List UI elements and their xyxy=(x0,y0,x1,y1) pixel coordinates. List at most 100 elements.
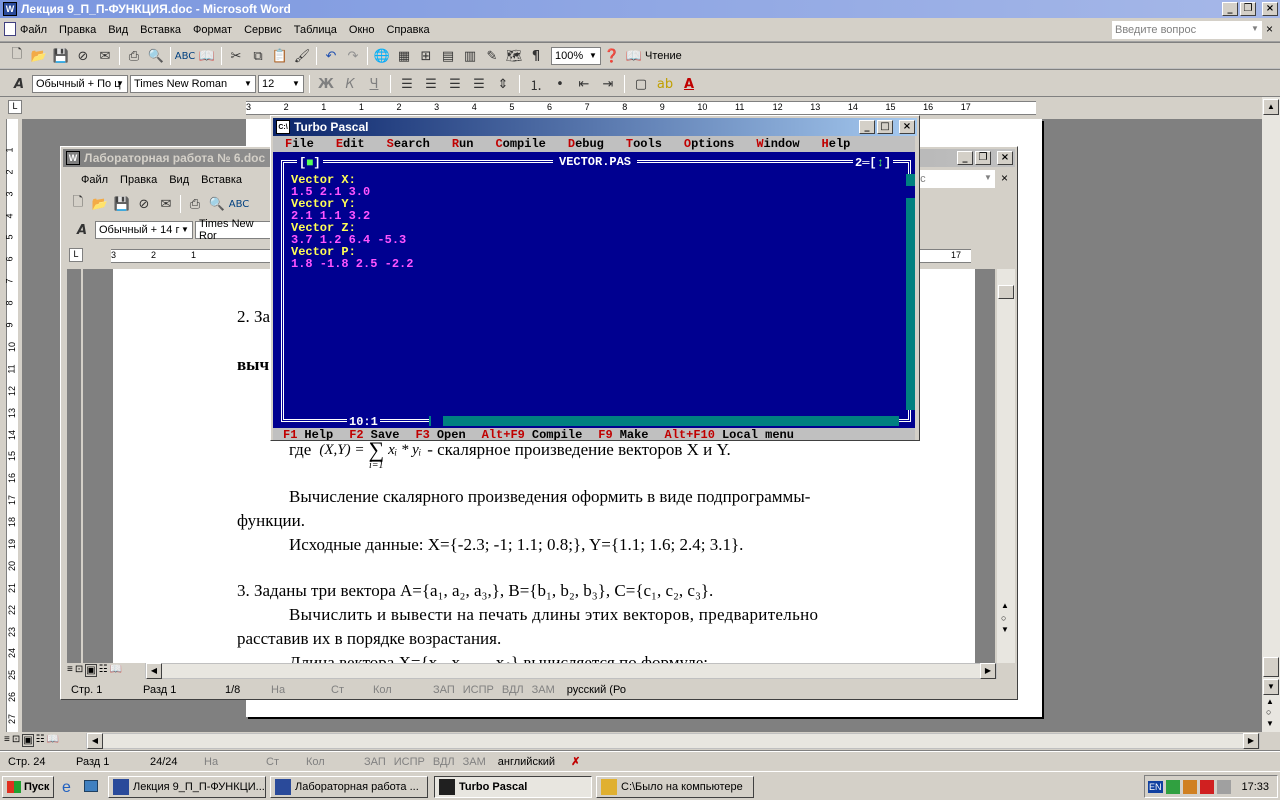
tray-network-icon[interactable] xyxy=(1182,779,1197,794)
reading-label[interactable]: Чтение xyxy=(645,50,682,62)
cut-icon[interactable]: ✂ xyxy=(225,45,247,67)
main-menu-item[interactable]: Справка xyxy=(380,19,435,41)
tp-close-box[interactable]: [■] xyxy=(297,157,323,169)
main-menu-item[interactable]: Сервис xyxy=(238,19,288,41)
main-vertical-scrollbar[interactable]: ▲ ▼ ▲ ○ ▼ xyxy=(1262,97,1280,732)
lab-tab-selector[interactable]: L xyxy=(69,248,83,262)
lab-doc-close-button[interactable]: × xyxy=(1001,171,1008,185)
redo-icon[interactable]: ↷ xyxy=(342,45,364,67)
close-button[interactable]: × xyxy=(899,120,915,134)
web-view-icon[interactable]: ⊡ xyxy=(12,734,20,747)
scroll-thumb[interactable] xyxy=(1263,657,1279,677)
ie-quicklaunch-icon[interactable]: e xyxy=(62,779,71,797)
doc-close-button[interactable]: × xyxy=(1266,22,1273,36)
new-doc-icon[interactable]: 🗋 xyxy=(67,193,89,215)
browse-object-icon[interactable]: ○ xyxy=(1001,613,1006,623)
lab-menu-item[interactable]: Файл xyxy=(75,169,114,191)
status-rec[interactable]: ЗАП xyxy=(429,684,459,696)
desktop-quicklaunch-icon[interactable] xyxy=(84,780,98,792)
lab-help-search-input[interactable]: ос ▼ xyxy=(911,170,995,188)
document-map-icon[interactable]: 🗺 xyxy=(503,45,525,67)
tp-menu-item[interactable]: Edit xyxy=(336,138,365,150)
close-button[interactable]: × xyxy=(1262,2,1278,16)
bullets-icon[interactable]: • xyxy=(549,73,571,95)
permission-icon[interactable]: ⊘ xyxy=(72,45,94,67)
normal-view-icon[interactable]: ≡ xyxy=(4,734,10,747)
reading-icon[interactable]: 📖 xyxy=(623,45,645,67)
tab-selector[interactable]: L xyxy=(8,100,22,114)
scroll-left-icon[interactable]: ◀ xyxy=(87,733,103,749)
tp-menu-item[interactable]: Debug xyxy=(568,138,604,150)
clock[interactable]: 17:33 xyxy=(1242,781,1270,793)
lab-menu-item[interactable]: Вставка xyxy=(195,169,248,191)
copy-icon[interactable]: ⧉ xyxy=(247,45,269,67)
tp-output[interactable]: Vector X: 1.5 2.1 3.0 Vector Y: 2.1 1.1 3.2… xyxy=(291,174,413,270)
print-preview-icon[interactable]: 🔍 xyxy=(145,45,167,67)
prev-page-icon[interactable]: ▲ xyxy=(1001,601,1009,610)
tray-antivirus-icon[interactable] xyxy=(1199,779,1214,794)
status-ovr[interactable]: ЗАМ xyxy=(528,684,559,696)
help-icon[interactable]: ❓ xyxy=(601,45,623,67)
email-icon[interactable]: ✉ xyxy=(155,193,177,215)
help-search-input[interactable]: Введите вопрос ▼ xyxy=(1112,21,1262,39)
insert-excel-icon[interactable]: ▤ xyxy=(437,45,459,67)
outline-view-icon[interactable]: ☷ xyxy=(99,664,108,677)
open-folder-icon[interactable]: 📂 xyxy=(89,193,111,215)
status-trk[interactable]: ИСПР xyxy=(390,756,429,768)
minimize-button[interactable]: _ xyxy=(859,120,875,134)
tp-status-item[interactable]: Alt+F9 Compile xyxy=(482,429,583,440)
status-ext[interactable]: ВДЛ xyxy=(429,756,459,768)
tp-status-item[interactable]: Alt+F10 Local menu xyxy=(665,429,794,440)
taskbar-button[interactable]: Лекция 9_П_П-ФУНКЦИ... xyxy=(108,776,266,798)
tables-borders-icon[interactable]: ▦ xyxy=(393,45,415,67)
scroll-right-icon[interactable]: ▶ xyxy=(1243,733,1259,749)
status-trk[interactable]: ИСПР xyxy=(459,684,498,696)
lab-style-select[interactable]: Обычный + 14 г ▼ xyxy=(95,221,193,239)
scroll-thumb[interactable] xyxy=(998,285,1014,299)
styles-icon[interactable]: A xyxy=(8,73,30,95)
browse-object-icon[interactable]: ○ xyxy=(1266,707,1271,717)
tp-status-item[interactable]: F2 Save xyxy=(349,429,399,440)
style-select[interactable]: Обычный + По ц ▼ xyxy=(32,75,128,93)
undo-icon[interactable]: ↶ xyxy=(320,45,342,67)
increase-indent-icon[interactable]: ⇥ xyxy=(597,73,619,95)
prev-page-icon[interactable]: ▲ xyxy=(1266,697,1274,706)
tray-app-icon[interactable] xyxy=(1165,779,1180,794)
minimize-button[interactable]: _ xyxy=(957,151,973,165)
tp-menu-item[interactable]: Window xyxy=(756,138,799,150)
new-doc-icon[interactable]: 🗋 xyxy=(6,45,28,67)
reading-view-icon[interactable]: 📖 xyxy=(47,734,59,747)
tp-menu-item[interactable]: Compile xyxy=(495,138,545,150)
start-button[interactable]: Пуск xyxy=(2,776,54,798)
main-menu-item[interactable]: Файл xyxy=(14,19,53,41)
font-color-icon[interactable]: A xyxy=(678,73,700,95)
align-left-icon[interactable]: ☰ xyxy=(396,73,418,95)
email-icon[interactable]: ✉ xyxy=(94,45,116,67)
next-page-icon[interactable]: ▼ xyxy=(1001,625,1009,634)
tp-menu-item[interactable]: Search xyxy=(387,138,430,150)
tp-menu-item[interactable]: Run xyxy=(452,138,474,150)
tp-horizontal-scrollbar[interactable] xyxy=(429,416,899,426)
line-spacing-icon[interactable]: ⇕ xyxy=(492,73,514,95)
main-horizontal-ruler[interactable]: 3 2 1 1 2 3 4 5 6 7 8 9 10 11 12 13 14 15 16 17 xyxy=(246,101,1036,115)
normal-view-icon[interactable]: ≡ xyxy=(67,664,73,677)
spelling-icon[interactable]: ABC xyxy=(174,45,196,67)
main-hscroll-track[interactable]: ◀ ▶ xyxy=(86,733,1260,749)
bold-icon[interactable]: Ж xyxy=(315,73,337,95)
paste-icon[interactable]: 📋 xyxy=(269,45,291,67)
print-view-icon[interactable]: ▣ xyxy=(22,734,34,747)
insert-table-icon[interactable]: ⊞ xyxy=(415,45,437,67)
tp-status-item[interactable]: F1 Help xyxy=(283,429,333,440)
scroll-right-icon[interactable]: ▶ xyxy=(980,663,996,679)
save-icon[interactable]: 💾 xyxy=(111,193,133,215)
scroll-up-icon[interactable]: ▲ xyxy=(1263,99,1279,115)
scroll-left-icon[interactable]: ◀ xyxy=(146,663,162,679)
tp-window-controls[interactable]: 2═[↕] xyxy=(853,157,894,169)
status-ext[interactable]: ВДЛ xyxy=(498,684,528,696)
tray-volume-icon[interactable] xyxy=(1216,779,1231,794)
language-indicator[interactable]: EN xyxy=(1148,780,1163,793)
italic-icon[interactable]: К xyxy=(339,73,361,95)
status-rec[interactable]: ЗАП xyxy=(360,756,390,768)
main-menu-item[interactable]: Таблица xyxy=(288,19,343,41)
main-menu-item[interactable]: Вставка xyxy=(134,19,187,41)
